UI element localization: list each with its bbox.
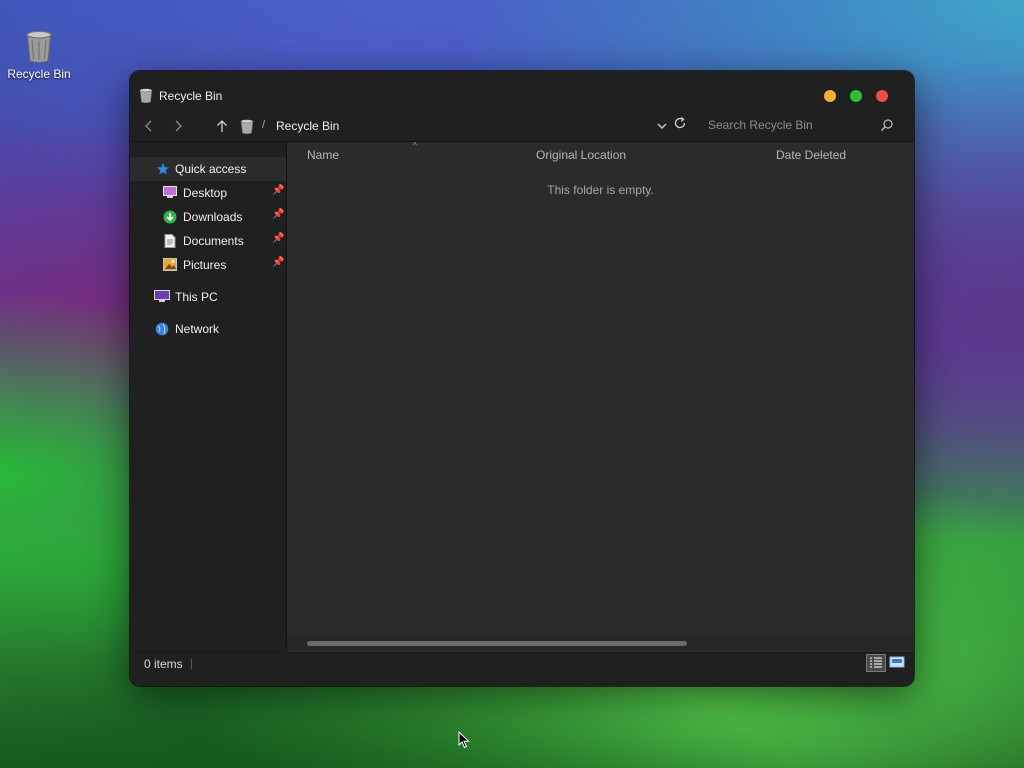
sidebar-item-pictures[interactable]: Pictures 📌	[130, 253, 286, 277]
desktop-folder-icon	[163, 186, 177, 198]
window-bottom-edge	[130, 675, 914, 686]
sidebar-item-network[interactable]: Network	[130, 317, 286, 341]
status-divider	[191, 659, 192, 669]
search-icon[interactable]	[880, 118, 894, 132]
desktop-recycle-bin[interactable]: Recycle Bin	[6, 30, 72, 81]
document-icon	[164, 234, 176, 248]
recycle-bin-icon	[139, 88, 153, 103]
breadcrumb-current[interactable]: Recycle Bin	[276, 119, 339, 133]
large-icons-view-icon	[889, 656, 905, 668]
maximize-button[interactable]	[850, 90, 862, 102]
details-view-icon	[870, 657, 882, 668]
column-header-label: Original Location	[536, 148, 627, 162]
details-view-button[interactable]	[866, 654, 886, 672]
horizontal-scrollbar[interactable]	[287, 636, 914, 650]
sidebar-item-label: Pictures	[183, 258, 227, 272]
search-box	[704, 114, 900, 138]
item-count: 0 items	[144, 657, 183, 671]
sidebar-item-this-pc[interactable]: This PC	[130, 285, 286, 309]
network-icon	[155, 322, 169, 336]
sidebar-item-quick-access[interactable]: Quick access	[130, 157, 286, 181]
breadcrumb-separator: /	[262, 119, 266, 131]
mouse-cursor-icon	[458, 731, 470, 749]
sort-ascending-icon: ^	[413, 141, 417, 150]
pin-icon[interactable]: 📌	[272, 209, 284, 220]
column-header-label: Date Deleted	[776, 148, 847, 162]
recycle-bin-icon	[26, 31, 52, 63]
navigation-bar: / Recycle Bin	[130, 111, 914, 141]
minimize-button[interactable]	[824, 90, 836, 102]
column-header-label: Name	[307, 148, 340, 162]
forward-button[interactable]	[170, 118, 186, 134]
sidebar-item-label: Network	[175, 322, 220, 336]
sidebar-item-documents[interactable]: Documents 📌	[130, 229, 286, 253]
window-title: Recycle Bin	[159, 89, 223, 103]
scrollbar-thumb[interactable]	[307, 641, 687, 646]
arrow-up-icon	[217, 120, 227, 132]
sidebar-item-label: Quick access	[175, 162, 247, 176]
search-input[interactable]	[704, 114, 880, 136]
large-icons-view-button[interactable]	[888, 654, 908, 672]
navigation-pane: Quick access Desktop 📌 Downloads 📌 Docum…	[130, 142, 287, 652]
chevron-down-icon[interactable]	[656, 120, 668, 132]
sidebar-item-label: Desktop	[183, 186, 228, 200]
sidebar-item-downloads[interactable]: Downloads 📌	[130, 205, 286, 229]
sidebar-item-label: Downloads	[183, 210, 243, 224]
pictures-icon	[163, 258, 177, 271]
computer-icon	[154, 290, 170, 302]
column-header-name[interactable]: Name	[307, 148, 339, 162]
star-icon	[157, 163, 169, 175]
back-button[interactable]	[141, 118, 157, 134]
close-button[interactable]	[876, 90, 888, 102]
up-button[interactable]	[214, 118, 230, 134]
recycle-bin-icon	[240, 119, 254, 134]
column-header-original-location[interactable]: Original Location	[536, 148, 626, 162]
file-explorer-window[interactable]: Recycle Bin / Recycle Bin Quick a	[130, 71, 914, 686]
chevron-right-icon	[175, 120, 182, 132]
pin-icon[interactable]: 📌	[272, 185, 284, 196]
sidebar-item-label: This PC	[175, 290, 218, 304]
desktop-icon-label: Recycle Bin	[7, 67, 71, 81]
sidebar-item-label: Documents	[183, 234, 244, 248]
status-bar: 0 items	[130, 652, 914, 675]
pin-icon[interactable]: 📌	[272, 233, 284, 244]
sidebar-item-desktop[interactable]: Desktop 📌	[130, 181, 286, 205]
file-list[interactable]: Name ^ Original Location Date Deleted Th…	[287, 141, 914, 652]
chevron-left-icon	[145, 120, 152, 132]
column-header-date-deleted[interactable]: Date Deleted	[776, 148, 846, 162]
refresh-icon[interactable]	[673, 116, 687, 130]
title-bar[interactable]: Recycle Bin	[130, 71, 914, 111]
download-icon	[163, 210, 177, 224]
empty-folder-message: This folder is empty.	[547, 183, 654, 197]
pin-icon[interactable]: 📌	[272, 257, 284, 268]
